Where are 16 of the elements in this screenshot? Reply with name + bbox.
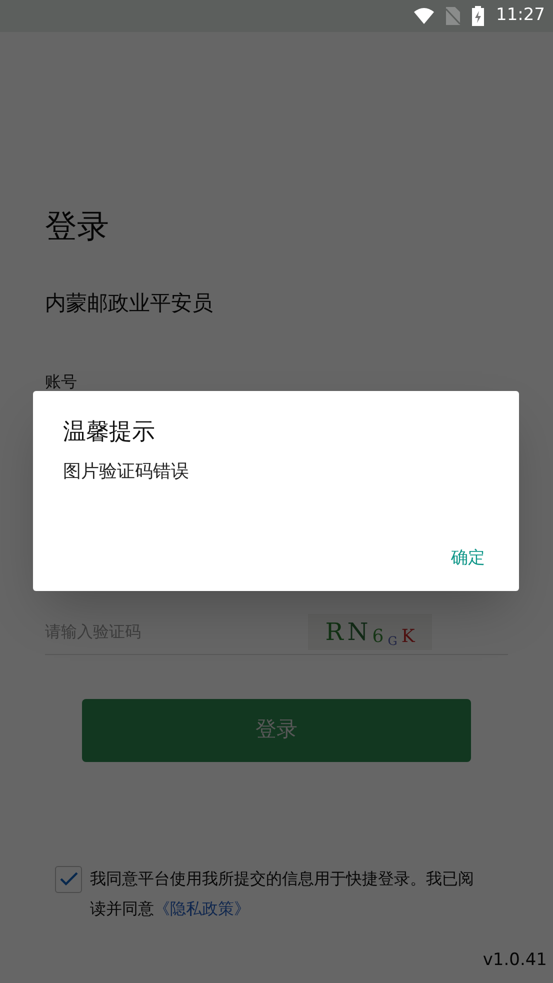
confirm-button[interactable]: 确定 [447, 546, 489, 571]
app-subtitle: 内蒙邮政业平安员 [45, 290, 214, 317]
agreement-text: 我同意平台使用我所提交的信息用于快捷登录。我已阅读并同意《隐私政策》 [90, 868, 475, 920]
privacy-policy-link[interactable]: 《隐私政策》 [154, 898, 250, 918]
page-title: 登录 [45, 206, 110, 247]
battery-charging-icon [472, 6, 484, 26]
status-time: 11:27 [496, 4, 545, 28]
account-label: 账号 [45, 370, 78, 392]
check-icon [60, 872, 78, 886]
login-button[interactable]: 登录 [82, 698, 471, 762]
dialog-message: 图片验证码错误 [63, 460, 190, 484]
dialog-title: 温馨提示 [63, 418, 156, 447]
no-sim-icon [446, 7, 460, 25]
agreement-checkbox[interactable] [55, 866, 82, 892]
version-label: v1.0.41 [482, 948, 547, 972]
wifi-icon [414, 8, 434, 24]
